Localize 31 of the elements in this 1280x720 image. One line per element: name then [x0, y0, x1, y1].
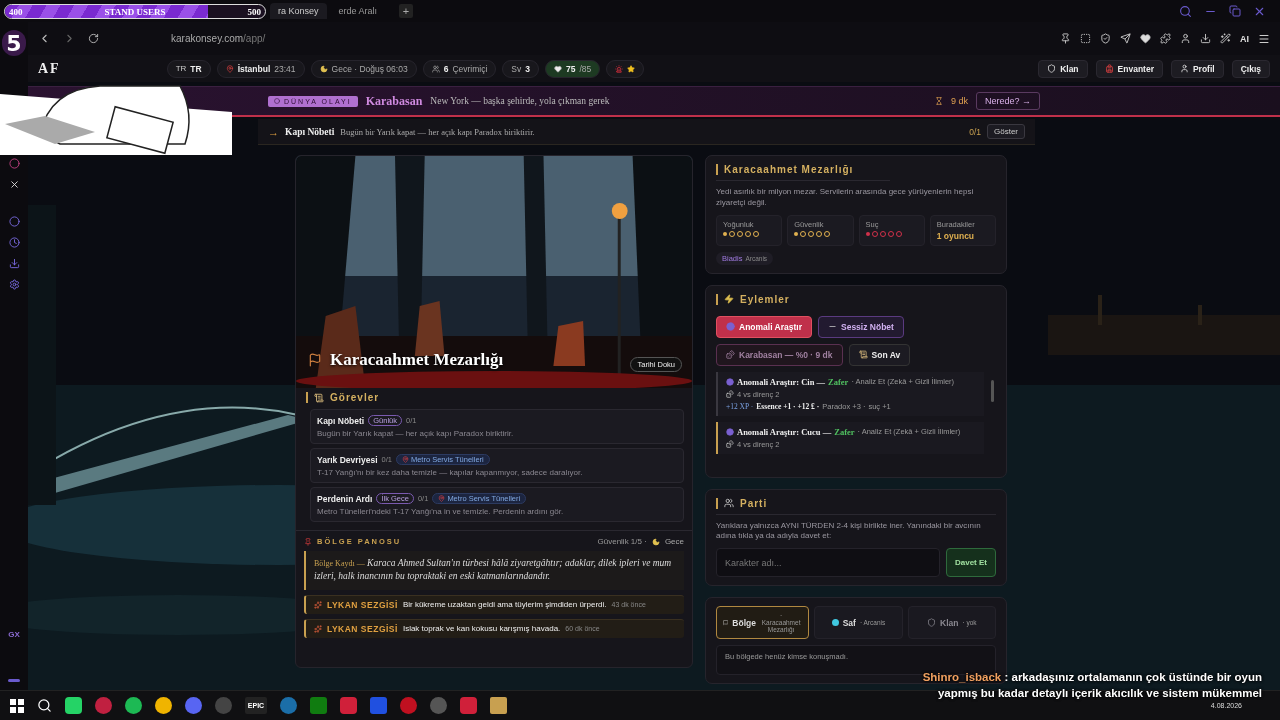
goal-end: 500 — [246, 6, 262, 17]
address-field[interactable]: karakonsey.com/app/ — [171, 33, 266, 44]
download-icon[interactable] — [1200, 33, 1211, 44]
clock-icon[interactable] — [8, 237, 20, 248]
send-icon[interactable] — [1120, 33, 1131, 44]
puzzle-icon[interactable] — [1160, 33, 1171, 44]
wand-icon — [1220, 33, 1231, 44]
ai-button[interactable]: AI — [1240, 33, 1249, 44]
app-icon[interactable] — [185, 697, 202, 714]
browser-logo[interactable]: 5 — [2, 30, 26, 56]
profile-icon[interactable] — [1180, 33, 1191, 44]
app-icon[interactable] — [65, 697, 82, 714]
settings-icon[interactable] — [8, 279, 20, 290]
browser-tab[interactable]: erde Aralı — [330, 3, 386, 19]
pin-icon[interactable] — [1060, 33, 1071, 44]
x-icon[interactable] — [8, 179, 20, 190]
app-icon[interactable] — [155, 697, 172, 714]
browser-tab[interactable]: ra Konsey — [270, 3, 327, 19]
goal-label: STAND USERS — [103, 6, 167, 17]
restore-icon[interactable] — [1229, 5, 1241, 17]
search-icon[interactable] — [37, 698, 52, 713]
reload-icon[interactable] — [88, 33, 99, 44]
snapshot-icon[interactable] — [1080, 33, 1091, 44]
shield-icon[interactable] — [1100, 33, 1111, 44]
gx-label[interactable]: GX — [8, 630, 20, 639]
heart-icon[interactable] — [1140, 33, 1151, 44]
goal-start: 400 — [8, 6, 24, 17]
app-icon[interactable] — [125, 697, 142, 714]
menu-icon[interactable] — [1258, 32, 1270, 45]
new-tab-button[interactable]: + — [399, 4, 414, 18]
windows-icon[interactable] — [10, 698, 24, 713]
